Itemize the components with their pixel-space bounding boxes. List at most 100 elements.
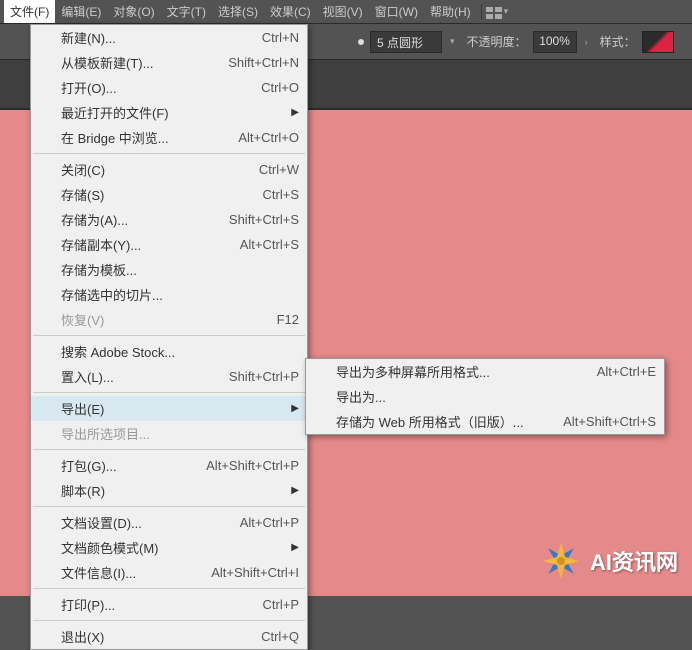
- file-menu-item[interactable]: 存储为(A)... Shift+Ctrl+S: [31, 207, 307, 232]
- menu-select[interactable]: 选择(S): [212, 0, 264, 23]
- menu-shortcut: Ctrl+S: [263, 187, 299, 202]
- file-menu-item[interactable]: 打包(G)... Alt+Shift+Ctrl+P: [31, 453, 307, 478]
- file-menu-item[interactable]: 退出(X)Ctrl+Q: [31, 624, 307, 649]
- file-menu-item: 恢复(V) F12: [31, 307, 307, 332]
- menu-separator: [33, 392, 305, 393]
- file-menu-item[interactable]: 在 Bridge 中浏览... Alt+Ctrl+O: [31, 125, 307, 150]
- file-menu-item[interactable]: 打开(O)... Ctrl+O: [31, 75, 307, 100]
- menu-shortcut: Ctrl+P: [263, 597, 299, 612]
- menu-item-label: 从模板新建(T)...: [61, 53, 208, 72]
- watermark-text: AI资讯网: [590, 545, 678, 577]
- style-swatch[interactable]: [642, 31, 674, 53]
- submenu-arrow-icon: ▶: [291, 403, 299, 414]
- menubar: 文件(F) 编辑(E) 对象(O) 文字(T) 选择(S) 效果(C) 视图(V…: [0, 0, 692, 24]
- menu-item-label: 存储为 Web 所用格式（旧版）...: [336, 412, 543, 431]
- opacity-label: 不透明度：: [467, 33, 527, 50]
- menu-separator: [33, 449, 305, 450]
- menu-item-label: 存储选中的切片...: [61, 285, 299, 304]
- menu-item-label: 存储副本(Y)...: [61, 235, 220, 254]
- star-icon: [540, 540, 582, 582]
- menu-shortcut: Alt+Shift+Ctrl+P: [206, 458, 299, 473]
- menu-shortcut: Shift+Ctrl+P: [229, 369, 299, 384]
- menu-item-label: 置入(L)...: [61, 367, 209, 386]
- stroke-profile-select[interactable]: 5 点圆形: [370, 31, 442, 53]
- file-menu-item[interactable]: 导出(E)▶: [31, 396, 307, 421]
- menu-separator: [33, 620, 305, 621]
- menu-item-label: 导出为...: [336, 387, 656, 406]
- menu-item-label: 恢复(V): [61, 310, 257, 329]
- menu-shortcut: Alt+Ctrl+S: [240, 237, 299, 252]
- divider: [481, 4, 482, 20]
- menu-item-label: 打开(O)...: [61, 78, 241, 97]
- menu-item-label: 导出(E): [61, 399, 299, 418]
- menu-effect[interactable]: 效果(C): [264, 0, 317, 23]
- style-label: 样式：: [600, 33, 636, 50]
- menu-shortcut: Shift+Ctrl+N: [228, 55, 299, 70]
- menu-item-label: 文件信息(I)...: [61, 563, 191, 582]
- menu-shortcut: Alt+Ctrl+O: [238, 130, 299, 145]
- menu-item-label: 关闭(C): [61, 160, 239, 179]
- stroke-bullet-icon: [358, 39, 364, 45]
- menu-shortcut: Alt+Shift+Ctrl+S: [563, 414, 656, 429]
- menu-shortcut: Ctrl+Q: [261, 629, 299, 644]
- opacity-input[interactable]: 100%: [533, 31, 577, 53]
- file-dropdown: 新建(N)... Ctrl+N 从模板新建(T)... Shift+Ctrl+N 打开(…: [30, 24, 308, 650]
- file-menu-item[interactable]: 文档设置(D)... Alt+Ctrl+P: [31, 510, 307, 535]
- layout-icon[interactable]: [486, 6, 502, 18]
- menu-separator: [33, 335, 305, 336]
- menu-item-label: 存储为模板...: [61, 260, 299, 279]
- menu-item-label: 脚本(R): [61, 481, 299, 500]
- file-menu-item[interactable]: 存储(S) Ctrl+S: [31, 182, 307, 207]
- menu-item-label: 在 Bridge 中浏览...: [61, 128, 218, 147]
- file-menu-item[interactable]: 新建(N)... Ctrl+N: [31, 25, 307, 50]
- menu-window[interactable]: 窗口(W): [369, 0, 424, 23]
- menu-item-label: 最近打开的文件(F): [61, 103, 299, 122]
- chevron-down-icon[interactable]: ▾: [504, 6, 509, 17]
- menu-item-label: 导出所选项目...: [61, 424, 299, 443]
- menu-item-label: 文档设置(D)...: [61, 513, 220, 532]
- chevron-down-icon[interactable]: ▾: [450, 36, 455, 47]
- export-menu-item[interactable]: 存储为 Web 所用格式（旧版）... Alt+Shift+Ctrl+S: [306, 409, 664, 434]
- file-menu-item[interactable]: 最近打开的文件(F)▶: [31, 100, 307, 125]
- menu-shortcut: F12: [277, 312, 299, 327]
- menu-object[interactable]: 对象(O): [107, 0, 160, 23]
- file-menu-item[interactable]: 关闭(C) Ctrl+W: [31, 157, 307, 182]
- file-menu-item: 导出所选项目...: [31, 421, 307, 446]
- menu-shortcut: Ctrl+O: [261, 80, 299, 95]
- menu-shortcut: Alt+Ctrl+E: [597, 364, 656, 379]
- menu-edit[interactable]: 编辑(E): [55, 0, 107, 23]
- menu-separator: [33, 153, 305, 154]
- menu-item-label: 存储为(A)...: [61, 210, 209, 229]
- file-menu-item[interactable]: 存储选中的切片...: [31, 282, 307, 307]
- export-menu-item[interactable]: 导出为多种屏幕所用格式...Alt+Ctrl+E: [306, 359, 664, 384]
- file-menu-item[interactable]: 文件信息(I)...Alt+Shift+Ctrl+I: [31, 560, 307, 585]
- menu-view[interactable]: 视图(V): [317, 0, 369, 23]
- file-menu-item[interactable]: 置入(L)... Shift+Ctrl+P: [31, 364, 307, 389]
- menu-help[interactable]: 帮助(H): [424, 0, 477, 23]
- menu-item-label: 新建(N)...: [61, 28, 242, 47]
- menu-item-label: 存储(S): [61, 185, 243, 204]
- export-menu-item[interactable]: 导出为...: [306, 384, 664, 409]
- menu-shortcut: Alt+Ctrl+P: [240, 515, 299, 530]
- menu-shortcut: Shift+Ctrl+S: [229, 212, 299, 227]
- file-menu-item[interactable]: 搜索 Adobe Stock...: [31, 339, 307, 364]
- file-menu-item[interactable]: 脚本(R)▶: [31, 478, 307, 503]
- file-menu-item[interactable]: 存储副本(Y)... Alt+Ctrl+S: [31, 232, 307, 257]
- menu-file[interactable]: 文件(F): [4, 0, 55, 23]
- file-menu-item[interactable]: 存储为模板...: [31, 257, 307, 282]
- menu-shortcut: Ctrl+W: [259, 162, 299, 177]
- menu-item-label: 打包(G)...: [61, 456, 186, 475]
- chevron-right-icon[interactable]: ›: [585, 37, 588, 47]
- watermark: AI资讯网: [540, 540, 678, 582]
- menu-separator: [33, 506, 305, 507]
- menu-type[interactable]: 文字(T): [161, 0, 212, 23]
- export-submenu: 导出为多种屏幕所用格式...Alt+Ctrl+E 导出为... 存储为 Web 所用…: [305, 358, 665, 435]
- submenu-arrow-icon: ▶: [291, 542, 299, 553]
- menu-item-label: 打印(P)...: [61, 595, 243, 614]
- file-menu-item[interactable]: 文档颜色模式(M)▶: [31, 535, 307, 560]
- menu-item-label: 搜索 Adobe Stock...: [61, 342, 299, 361]
- file-menu-item[interactable]: 从模板新建(T)... Shift+Ctrl+N: [31, 50, 307, 75]
- menu-item-label: 文档颜色模式(M): [61, 538, 299, 557]
- menu-separator: [33, 588, 305, 589]
- menu-shortcut: Ctrl+N: [262, 30, 299, 45]
